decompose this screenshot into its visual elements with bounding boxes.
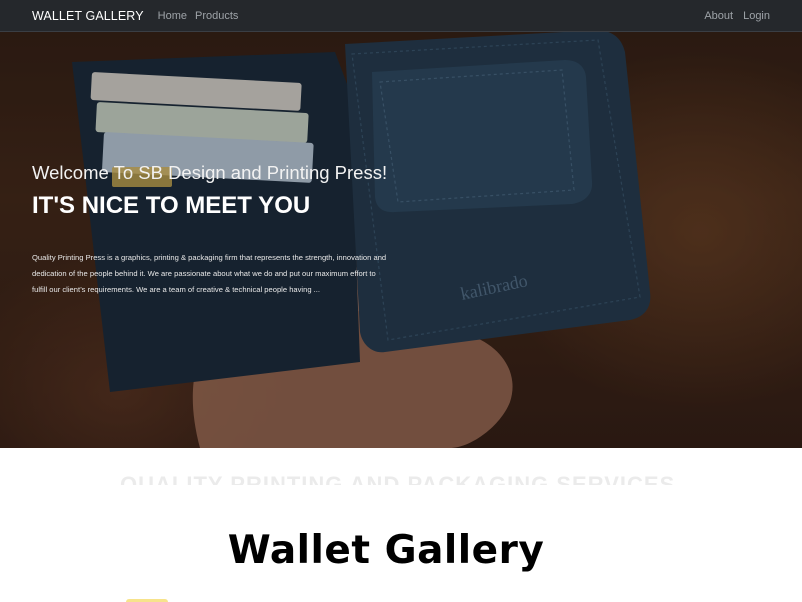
hero-overlay	[0, 32, 802, 448]
nav-link-products[interactable]: Products	[195, 10, 238, 22]
hero-description: Quality Printing Press is a graphics, pr…	[32, 252, 387, 295]
navbar-right: About Login	[694, 10, 770, 22]
hero-title: IT'S NICE TO MEET YOU	[32, 192, 311, 219]
brand-logo[interactable]: WALLET GALLERY	[32, 9, 144, 23]
nav-link-home[interactable]: Home	[158, 10, 187, 22]
nav-link-login[interactable]: Login	[743, 10, 770, 22]
hero-banner: kalibrado Welcome To SB Design and Print…	[0, 32, 802, 448]
faded-heading-remnant: QUALITY PRINTING AND PACKAGING SERVICES	[120, 475, 680, 485]
hero-subtitle: Welcome To SB Design and Printing Press!	[32, 162, 388, 183]
section-title: Wallet Gallery	[227, 528, 545, 574]
nav-link-about[interactable]: About	[704, 10, 733, 22]
navbar: WALLET GALLERY Home Products About Login	[0, 0, 802, 32]
